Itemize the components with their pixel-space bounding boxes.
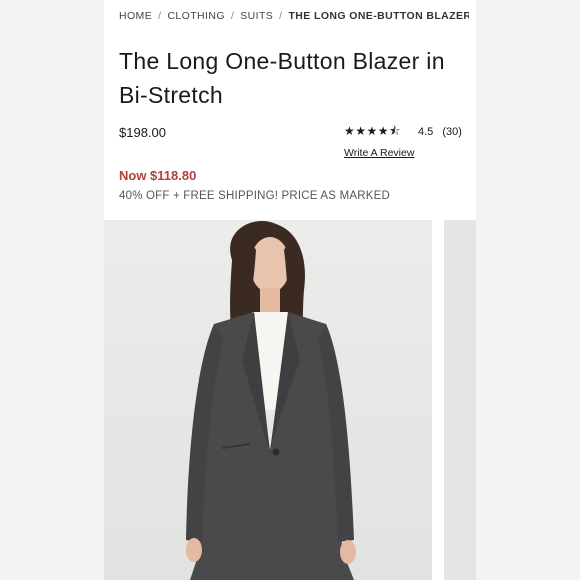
sale-price: Now $118.80 [119,168,197,183]
product-title: The Long One-Button Blazer in Bi-Stretch [119,48,445,108]
breadcrumb-separator: / [279,10,283,22]
breadcrumb-separator: / [158,10,162,22]
star-rating-icon[interactable]: ★★★★⯪ [344,122,401,143]
breadcrumb-current: THE LONG ONE-BUTTON BLAZER IN ... [288,10,469,22]
breadcrumb-clothing[interactable]: CLOTHING [167,10,224,22]
original-price: $198.00 [119,125,166,140]
product-image[interactable] [104,220,432,580]
product-page: HOME / CLOTHING / SUITS / THE LONG ONE-BUTTON … [104,0,476,580]
write-review-link[interactable]: Write A Review [344,147,474,159]
rating-block: ★★★★⯪ 4.5 (30) Write A Review [344,122,474,159]
breadcrumb-suits[interactable]: SUITS [240,10,273,22]
next-product-image[interactable] [444,220,476,580]
model-blazer-illustration [104,220,432,580]
review-count[interactable]: (30) [442,126,462,138]
rating-value: 4.5 [417,126,434,138]
breadcrumb: HOME / CLOTHING / SUITS / THE LONG ONE-BUTTON … [119,10,469,22]
breadcrumb-separator: / [230,10,235,22]
promo-message: 40% OFF + FREE SHIPPING! PRICE AS MARKED [119,190,390,202]
breadcrumb-home[interactable]: HOME [119,10,152,22]
